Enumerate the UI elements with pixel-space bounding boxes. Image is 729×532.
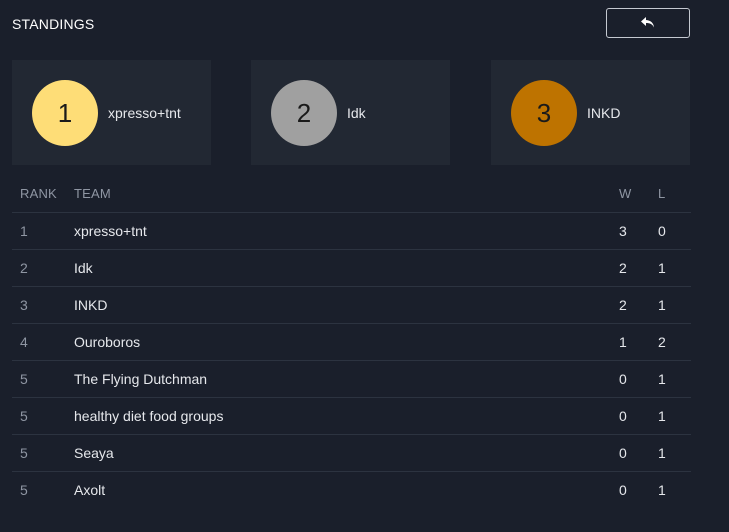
losses-cell: 0 <box>658 223 666 239</box>
podium-card-first: 1 xpresso+tnt <box>12 60 211 165</box>
medal-third: 3 <box>511 80 577 146</box>
rank-cell: 3 <box>20 297 28 313</box>
wins-cell: 2 <box>619 297 627 313</box>
podium-team-name: INKD <box>587 105 621 121</box>
podium-card-second: 2 Idk <box>251 60 450 165</box>
wins-cell: 2 <box>619 260 627 276</box>
table-row: 4 Ouroboros 1 2 <box>12 324 691 361</box>
wins-cell: 1 <box>619 334 627 350</box>
podium-card-third: 3 INKD <box>491 60 690 165</box>
podium-team-name: Idk <box>347 105 366 121</box>
table-row: 5 healthy diet food groups 0 1 <box>12 398 691 435</box>
undo-arrow-icon <box>641 17 654 28</box>
losses-cell: 1 <box>658 408 666 424</box>
wins-cell: 0 <box>619 482 627 498</box>
team-cell: healthy diet food groups <box>74 408 224 424</box>
medal-second: 2 <box>271 80 337 146</box>
podium-team-name: xpresso+tnt <box>108 105 181 121</box>
team-cell: The Flying Dutchman <box>74 371 208 387</box>
table-row: 1 xpresso+tnt 3 0 <box>12 213 691 250</box>
wins-cell: 0 <box>619 445 627 461</box>
team-cell: Seaya <box>74 445 114 461</box>
rank-cell: 5 <box>20 408 28 424</box>
team-cell: Ouroboros <box>74 334 141 350</box>
back-button[interactable] <box>606 8 690 38</box>
losses-cell: 1 <box>658 371 666 387</box>
wins-cell: 0 <box>619 371 627 387</box>
column-header-wins: W <box>619 186 632 201</box>
table-row: 5 Axolt 0 1 <box>12 472 691 509</box>
rank-cell: 1 <box>20 223 28 239</box>
losses-cell: 1 <box>658 260 666 276</box>
standings-page: STANDINGS 1 xpresso+tnt 2 Idk 3 INKD RAN… <box>0 0 729 532</box>
page-title: STANDINGS <box>12 16 95 32</box>
rank-cell: 5 <box>20 371 28 387</box>
rank-cell: 5 <box>20 445 28 461</box>
medal-first: 1 <box>32 80 98 146</box>
column-header-team: TEAM <box>74 186 111 201</box>
table-header: RANK TEAM W L <box>12 176 691 213</box>
rank-cell: 2 <box>20 260 28 276</box>
team-cell: INKD <box>74 297 108 313</box>
losses-cell: 2 <box>658 334 666 350</box>
rank-cell: 5 <box>20 482 28 498</box>
wins-cell: 0 <box>619 408 627 424</box>
table-row: 2 Idk 2 1 <box>12 250 691 287</box>
team-cell: Axolt <box>74 482 106 498</box>
losses-cell: 1 <box>658 445 666 461</box>
table-row: 5 Seaya 0 1 <box>12 435 691 472</box>
table-row: 5 The Flying Dutchman 0 1 <box>12 361 691 398</box>
wins-cell: 3 <box>619 223 627 239</box>
team-cell: Idk <box>74 260 93 276</box>
rank-cell: 4 <box>20 334 28 350</box>
column-header-rank: RANK <box>20 186 57 201</box>
losses-cell: 1 <box>658 482 666 498</box>
column-header-losses: L <box>658 186 666 201</box>
team-cell: xpresso+tnt <box>74 223 147 239</box>
table-row: 3 INKD 2 1 <box>12 287 691 324</box>
standings-table: RANK TEAM W L 1 xpresso+tnt 3 0 2 Idk 2 … <box>12 176 691 509</box>
losses-cell: 1 <box>658 297 666 313</box>
podium: 1 xpresso+tnt 2 Idk 3 INKD <box>12 60 691 165</box>
